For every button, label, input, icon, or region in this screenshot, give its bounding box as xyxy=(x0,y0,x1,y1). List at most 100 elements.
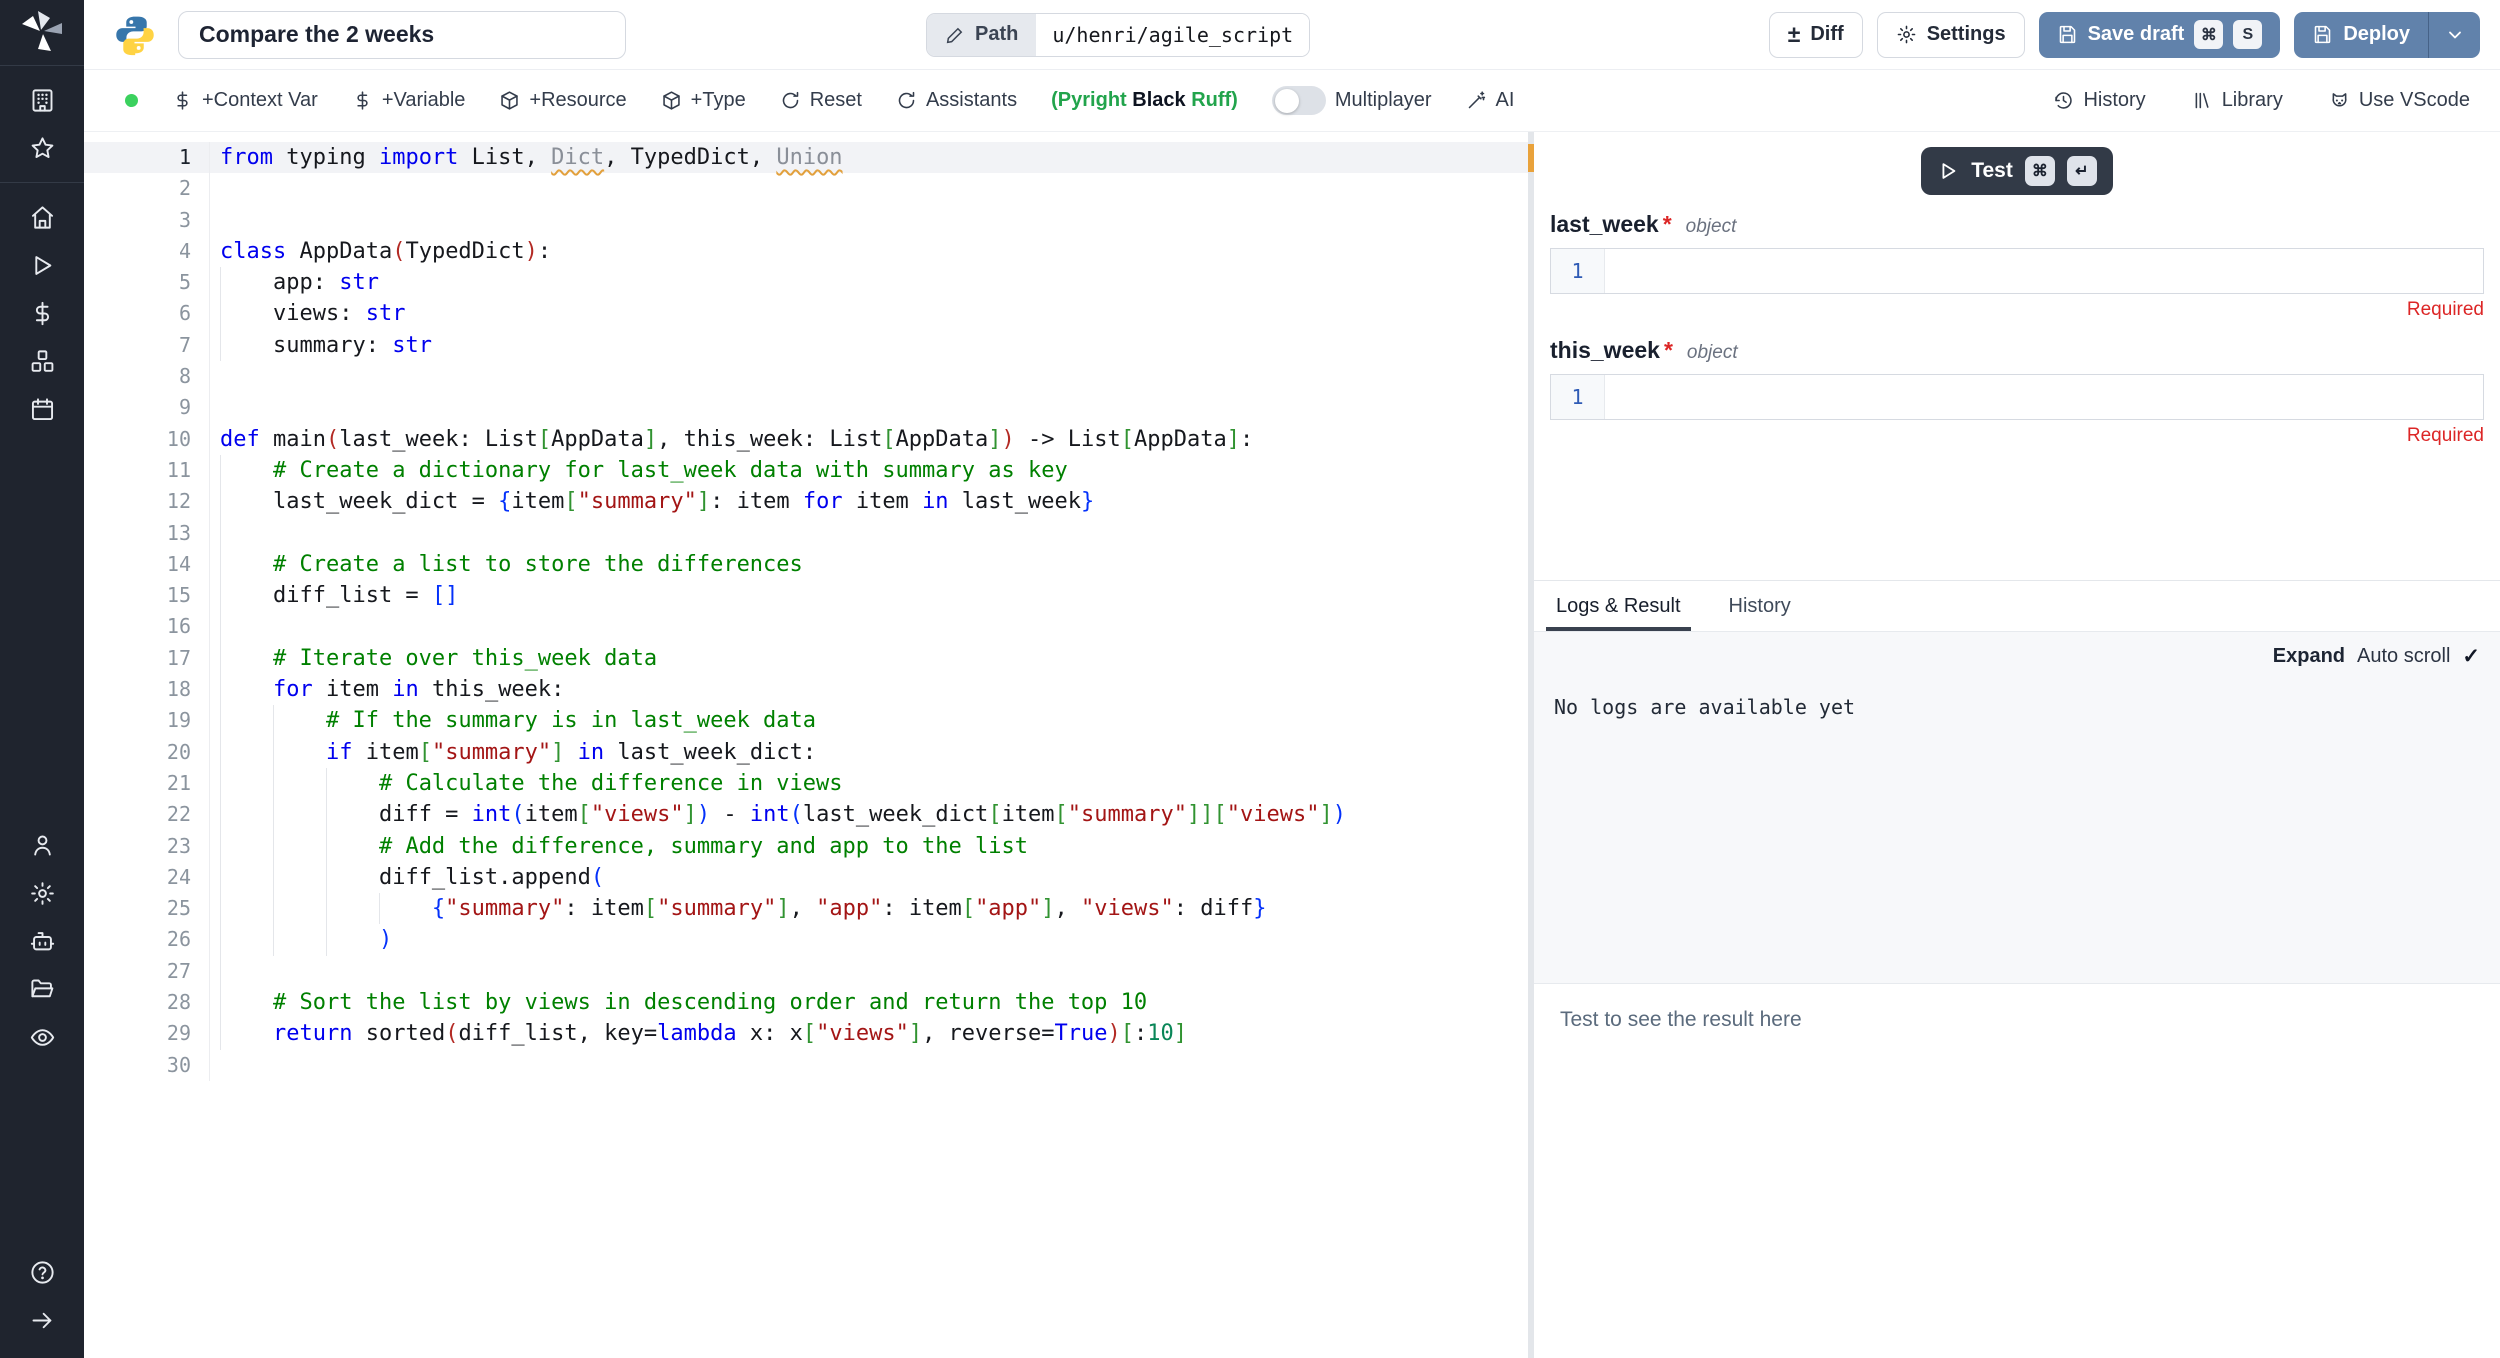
line-content xyxy=(209,173,1528,204)
code-line[interactable]: 8 xyxy=(84,361,1528,392)
line-number: 20 xyxy=(84,737,209,768)
code-line[interactable]: 7 summary: str xyxy=(84,330,1528,361)
add-variable-button[interactable]: +Variable xyxy=(352,89,466,112)
line-number: 26 xyxy=(84,924,209,955)
code-line[interactable]: 27 xyxy=(84,956,1528,987)
python-logo-icon xyxy=(114,14,156,56)
add-variable-label: +Variable xyxy=(382,89,466,112)
code-line[interactable]: 22 diff = int(item["views"]) - int(last_… xyxy=(84,799,1528,830)
tab-logs-result[interactable]: Logs & Result xyxy=(1554,581,1683,631)
line-number: 14 xyxy=(84,549,209,580)
code-line[interactable]: 21 # Calculate the difference in views xyxy=(84,768,1528,799)
sidebar-item-folders[interactable] xyxy=(18,965,66,1013)
diff-button[interactable]: ± Diff xyxy=(1769,12,1863,58)
add-resource-label: +Resource xyxy=(529,89,626,112)
add-type-button[interactable]: +Type xyxy=(661,89,746,112)
input-line-content[interactable] xyxy=(1605,249,2483,293)
sidebar-item-favorites[interactable] xyxy=(18,124,66,172)
autoscroll-label[interactable]: Auto scroll xyxy=(2357,645,2450,668)
autoscroll-checkbox[interactable]: ✓ xyxy=(2462,644,2480,669)
code-line[interactable]: 4class AppData(TypedDict): xyxy=(84,236,1528,267)
code-line[interactable]: 20 if item["summary"] in last_week_dict: xyxy=(84,737,1528,768)
arg-name: last_week xyxy=(1550,211,1659,238)
line-number: 27 xyxy=(84,956,209,987)
add-resource-button[interactable]: +Resource xyxy=(499,89,626,112)
sidebar-item-workers[interactable] xyxy=(18,917,66,965)
code-line[interactable]: 12 last_week_dict = {item["summary"]: it… xyxy=(84,486,1528,517)
code-line[interactable]: 16 xyxy=(84,611,1528,642)
ai-button[interactable]: AI xyxy=(1466,89,1515,112)
code-line[interactable]: 9 xyxy=(84,392,1528,423)
sidebar-item-resources[interactable] xyxy=(18,337,66,385)
deploy-button[interactable]: Deploy xyxy=(2294,12,2428,58)
indent-guide xyxy=(220,674,221,705)
code-line[interactable]: 30 xyxy=(84,1050,1528,1081)
tab-history[interactable]: History xyxy=(1727,581,1793,631)
help-circle-icon xyxy=(29,1259,56,1286)
path-label-section[interactable]: Path xyxy=(927,14,1036,56)
sidebar-item-settings[interactable] xyxy=(18,869,66,917)
sidebar-item-user[interactable] xyxy=(18,821,66,869)
library-button[interactable]: Library xyxy=(2192,89,2283,112)
code-editor[interactable]: 1from typing import List, Dict, TypedDic… xyxy=(84,132,1528,1358)
sidebar-item-audit-logs[interactable] xyxy=(18,1013,66,1061)
eye-icon xyxy=(29,1024,56,1051)
sidebar-item-variables[interactable] xyxy=(18,289,66,337)
script-title-input[interactable]: Compare the 2 weeks xyxy=(178,11,626,59)
code-line[interactable]: 3 xyxy=(84,205,1528,236)
code-line[interactable]: 18 for item in this_week: xyxy=(84,674,1528,705)
history-button[interactable]: History xyxy=(2053,89,2145,112)
code-line[interactable]: 17 # Iterate over this_week data xyxy=(84,643,1528,674)
indent-guide xyxy=(273,768,274,799)
result-pane: Test to see the result here xyxy=(1534,984,2500,1358)
arg-this-week-input[interactable]: 1 xyxy=(1550,374,2484,420)
code-line[interactable]: 1from typing import List, Dict, TypedDic… xyxy=(84,142,1528,173)
code-line[interactable]: 13 xyxy=(84,518,1528,549)
code-line[interactable]: 19 # If the summary is in last_week data xyxy=(84,705,1528,736)
windmill-logo[interactable] xyxy=(0,0,84,66)
arrow-right-icon xyxy=(29,1307,56,1334)
code-line[interactable]: 6 views: str xyxy=(84,298,1528,329)
save-draft-button[interactable]: Save draft ⌘ S xyxy=(2039,12,2281,58)
test-button[interactable]: Test ⌘ ↵ xyxy=(1921,147,2113,195)
code-line[interactable]: 29 return sorted(diff_list, key=lambda x… xyxy=(84,1018,1528,1049)
reset-button[interactable]: Reset xyxy=(780,89,862,112)
expand-button[interactable]: Expand xyxy=(2273,645,2345,668)
lint-pyright: Pyright xyxy=(1058,89,1132,111)
code-line[interactable]: 2 xyxy=(84,173,1528,204)
package-icon xyxy=(499,90,520,111)
settings-button[interactable]: Settings xyxy=(1877,12,2025,58)
code-line[interactable]: 14 # Create a list to store the differen… xyxy=(84,549,1528,580)
multiplayer-toggle[interactable] xyxy=(1272,86,1326,115)
add-context-var-button[interactable]: +Context Var xyxy=(172,89,318,112)
code-line[interactable]: 10def main(last_week: List[AppData], thi… xyxy=(84,424,1528,455)
sidebar-item-help[interactable] xyxy=(18,1248,66,1296)
indent-guide xyxy=(220,518,221,549)
deploy-more-button[interactable] xyxy=(2428,12,2480,58)
sidebar-item-home[interactable] xyxy=(18,193,66,241)
log-output-area: Expand Auto scroll ✓ No logs are availab… xyxy=(1534,632,2500,984)
code-line[interactable]: 25 {"summary": item["summary"], "app": i… xyxy=(84,893,1528,924)
code-line[interactable]: 24 diff_list.append( xyxy=(84,862,1528,893)
assistants-button[interactable]: Assistants xyxy=(896,89,1017,112)
play-icon xyxy=(29,252,56,279)
code-line[interactable]: 23 # Add the difference, summary and app… xyxy=(84,831,1528,862)
input-line-content[interactable] xyxy=(1605,375,2483,419)
sidebar-item-runs[interactable] xyxy=(18,241,66,289)
code-line[interactable]: 5 app: str xyxy=(84,267,1528,298)
code-line[interactable]: 28 # Sort the list by views in descendin… xyxy=(84,987,1528,1018)
path-chip[interactable]: Path u/henri/agile_script xyxy=(926,13,1310,57)
dollar-icon xyxy=(352,90,373,111)
path-value[interactable]: u/henri/agile_script xyxy=(1036,14,1309,56)
code-line[interactable]: 15 diff_list = [] xyxy=(84,580,1528,611)
star-icon xyxy=(29,135,56,162)
sidebar-item-schedules[interactable] xyxy=(18,385,66,433)
sidebar-item-workspace[interactable] xyxy=(18,76,66,124)
use-vscode-button[interactable]: Use VScode xyxy=(2329,89,2470,112)
sidebar-item-collapse[interactable] xyxy=(18,1296,66,1344)
code-line[interactable]: 26 ) xyxy=(84,924,1528,955)
arg-last-week-input[interactable]: 1 xyxy=(1550,248,2484,294)
code-line[interactable]: 11 # Create a dictionary for last_week d… xyxy=(84,455,1528,486)
line-content xyxy=(209,392,1528,423)
line-content xyxy=(209,611,1528,642)
